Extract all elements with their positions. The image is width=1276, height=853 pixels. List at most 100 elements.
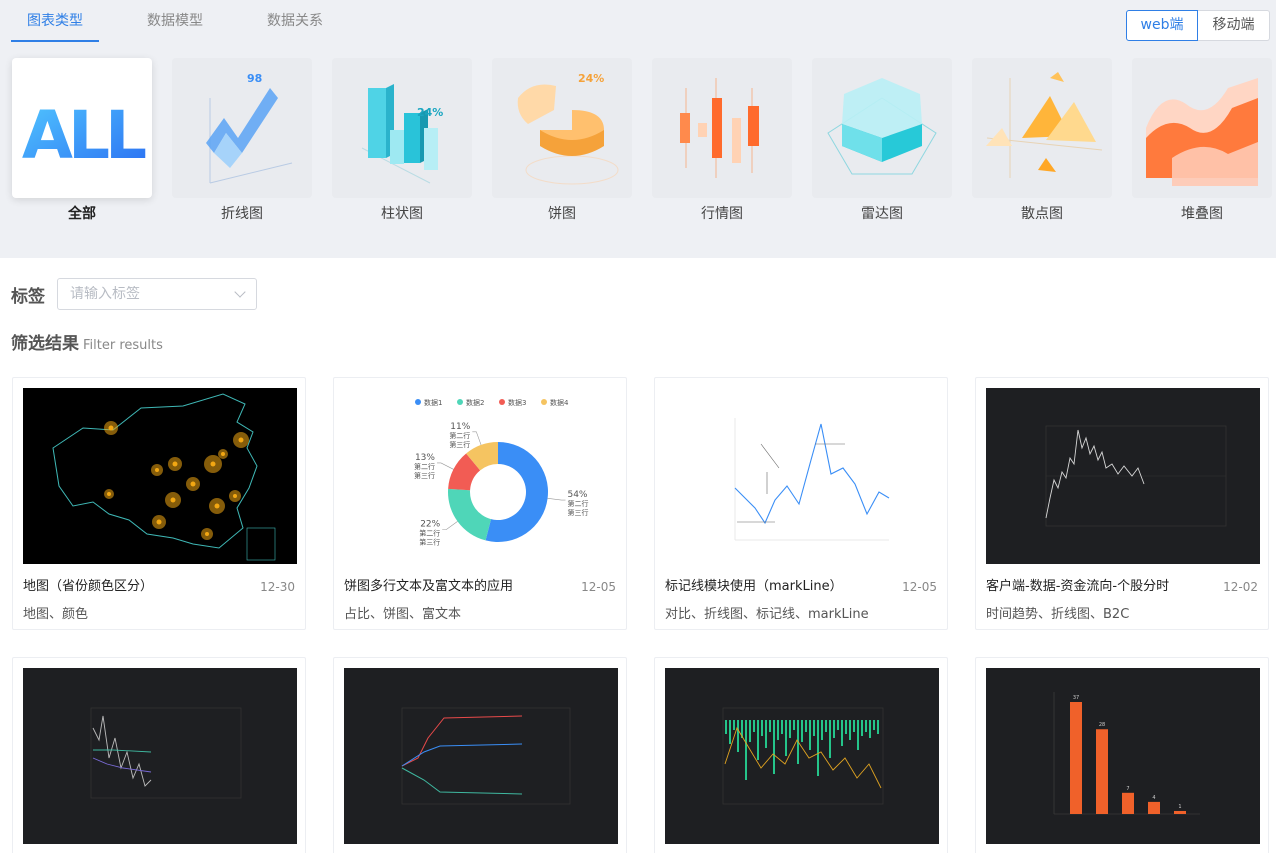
card-title: 饼图多行文本及富文本的应用 — [344, 579, 514, 594]
line-chart-icon: 98 — [172, 58, 312, 198]
chart-type-panel: 图表类型 数据模型 数据关系 web端 移动端 ALL 全部 98 折线图 24… — [0, 0, 1276, 258]
fund-flow-thumbnail — [23, 668, 297, 844]
line-thumb-value: 98 — [247, 72, 262, 85]
slice-sub-label: 第三行 — [419, 538, 440, 547]
mobile-button[interactable]: 移动端 — [1198, 10, 1270, 41]
chart-type-scatter[interactable]: 散点图 — [972, 58, 1112, 224]
chart-type-label: 柱状图 — [381, 206, 423, 222]
slice-percent-label: 13% — [415, 453, 435, 463]
chevron-down-icon[interactable] — [234, 286, 246, 298]
donut-thumbnail: 数据1 数据2 数据3 数据4 54% 第二行 第三行 22% 第二行 第三行 13% 第二行 第三行… — [344, 388, 618, 564]
result-card[interactable] — [12, 657, 306, 853]
results-header: 筛选结果 Filter results — [11, 329, 163, 354]
legend-dot — [499, 399, 505, 405]
chart-type-pie[interactable]: 24% 饼图 — [492, 58, 632, 224]
bar-value-label: 37 — [1073, 695, 1079, 701]
slice-sub-label: 第二行 — [419, 529, 440, 538]
slice-sub-label: 第三行 — [414, 471, 435, 480]
bar-ranking-thumbnail: 37 28 7 4 1 — [986, 668, 1260, 844]
chart-type-label: 行情图 — [701, 206, 743, 222]
legend-label: 数据1 — [424, 398, 442, 407]
chart-type-stacked[interactable]: 堆叠图 — [1132, 58, 1272, 224]
pie-thumb-value: 24% — [578, 72, 604, 85]
bar-value-label: 1 — [1178, 804, 1181, 810]
result-card[interactable] — [654, 657, 948, 853]
volume-bars-thumbnail — [665, 668, 939, 844]
chart-type-label: 散点图 — [1021, 206, 1063, 222]
tab-chart-type[interactable]: 图表类型 — [11, 0, 131, 42]
bar — [1070, 702, 1082, 814]
all-icon: ALL — [12, 58, 152, 198]
main-tabs: 图表类型 数据模型 数据关系 — [11, 0, 371, 42]
candlestick-chart-icon — [652, 58, 792, 198]
bar-ranking-chart: 37 28 7 4 1 — [986, 668, 1260, 844]
card-date: 12-30 — [260, 580, 295, 594]
legend-label: 数据2 — [466, 398, 484, 407]
chart-type-label: 折线图 — [221, 206, 263, 222]
card-date: 12-02 — [1223, 580, 1258, 594]
legend-dot — [415, 399, 421, 405]
chart-type-label: 雷达图 — [861, 206, 903, 222]
card-tags: 时间趋势、折线图、B2C — [986, 607, 1130, 622]
card-title: 地图（省份颜色区分） — [23, 579, 154, 594]
slice-percent-label: 11% — [450, 422, 470, 432]
result-card[interactable]: 标记线模块使用（markLine） 12-05 对比、折线图、标记线、markLi… — [654, 377, 948, 630]
card-title: 标记线模块使用（markLine） — [665, 579, 843, 594]
card-date: 12-05 — [581, 580, 616, 594]
tag-select[interactable] — [57, 278, 257, 310]
markline-thumbnail — [665, 388, 939, 564]
result-card[interactable]: 数据1 数据2 数据3 数据4 54% 第二行 第三行 22% 第二行 第三行 13% 第二行 第三行… — [333, 377, 627, 630]
stacked-chart-icon — [1132, 58, 1272, 198]
all-icon-text: ALL — [22, 97, 146, 174]
slice-sub-label: 第二行 — [414, 462, 435, 471]
chart-type-candlestick[interactable]: 行情图 — [652, 58, 792, 224]
tag-filter-title: 标签 — [11, 286, 45, 307]
donut-chart: 数据1 数据2 数据3 数据4 54%第二行第三行22%第二行第三行13%第二行第三行… — [344, 388, 618, 564]
timeshare-thumbnail — [986, 388, 1260, 564]
scatter-chart-icon — [972, 58, 1112, 198]
bar-value-label: 28 — [1099, 722, 1105, 728]
chart-type-label: 饼图 — [548, 206, 576, 222]
slice-percent-label: 54% — [567, 490, 587, 500]
bar-value-label: 7 — [1126, 786, 1129, 792]
tag-input[interactable] — [70, 286, 220, 302]
card-tags: 对比、折线图、标记线、markLine — [665, 607, 869, 622]
platform-switch: web端 移动端 — [1126, 10, 1270, 41]
chart-type-label: 堆叠图 — [1181, 206, 1223, 222]
chart-type-label: 全部 — [68, 206, 96, 222]
map-thumbnail — [23, 388, 297, 564]
bar-thumb-value: 24% — [417, 106, 443, 119]
slice-sub-label: 第二行 — [449, 431, 470, 440]
result-card[interactable] — [333, 657, 627, 853]
tab-data-relation[interactable]: 数据关系 — [251, 0, 371, 42]
slice-sub-label: 第三行 — [567, 508, 588, 517]
results-title: 筛选结果 — [11, 334, 79, 354]
chart-type-bar[interactable]: 24% 柱状图 — [332, 58, 472, 224]
web-button[interactable]: web端 — [1126, 10, 1198, 41]
results-grid: 地图（省份颜色区分） 12-30 地图、颜色 数据1 数据2 数据3 数据4 54% 第二… — [12, 377, 1269, 853]
card-tags: 地图、颜色 — [23, 607, 89, 622]
tag-filter: 标签 — [11, 278, 257, 310]
legend-label: 数据4 — [550, 398, 569, 407]
legend-label: 数据3 — [508, 398, 526, 407]
card-title: 客户端-数据-资金流向-个股分时 — [986, 579, 1170, 594]
result-card[interactable]: 客户端-数据-资金流向-个股分时 12-02 时间趋势、折线图、B2C — [975, 377, 1269, 630]
slice-sub-label: 第二行 — [567, 499, 588, 508]
chart-type-line[interactable]: 98 折线图 — [172, 58, 312, 224]
bar — [1096, 729, 1108, 814]
bar — [1174, 810, 1186, 814]
bar-chart-icon: 24% — [332, 58, 472, 198]
card-tags: 占比、饼图、富文本 — [344, 607, 462, 622]
fund-flow-lines-thumbnail — [344, 668, 618, 844]
tab-data-model[interactable]: 数据模型 — [131, 0, 251, 42]
slice-percent-label: 22% — [420, 520, 440, 530]
chart-type-all[interactable]: ALL 全部 — [12, 58, 152, 224]
card-date: 12-05 — [902, 580, 937, 594]
result-card[interactable]: 地图（省份颜色区分） 12-30 地图、颜色 — [12, 377, 306, 630]
chart-type-radar[interactable]: 雷达图 — [812, 58, 952, 224]
result-card[interactable]: 37 28 7 4 1 — [975, 657, 1269, 853]
legend-dot — [457, 399, 463, 405]
bar — [1148, 801, 1160, 814]
bar-value-label: 4 — [1152, 795, 1155, 801]
results-subtitle: Filter results — [83, 338, 163, 353]
